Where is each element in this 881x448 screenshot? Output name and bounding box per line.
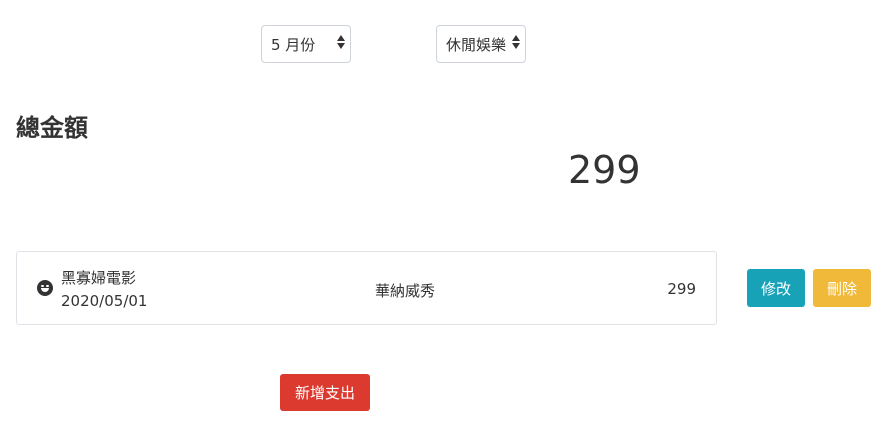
smile-icon (37, 280, 53, 296)
category-select[interactable]: 休閒娛樂 (436, 25, 526, 63)
expense-amount: 299 (667, 280, 696, 298)
select-arrows-icon (337, 35, 345, 49)
category-select-value: 休閒娛樂 (446, 35, 507, 54)
expense-name: 黑寡婦電影 (61, 269, 137, 287)
expense-note: 華納威秀 (375, 282, 436, 300)
expense-list-item: 黑寡婦電影 2020/05/01 華納威秀 299 (16, 251, 717, 325)
add-expense-button[interactable]: 新增支出 (280, 374, 370, 411)
month-select-value: 5 月份 (271, 35, 316, 54)
edit-button[interactable]: 修改 (747, 269, 805, 307)
total-label: 總金額 (16, 114, 88, 142)
expense-date: 2020/05/01 (61, 292, 148, 310)
total-amount: 299 (568, 148, 641, 192)
delete-button[interactable]: 刪除 (813, 269, 871, 307)
expense-page: 5 月份 休閒娛樂 總金額 299 黑寡婦電影 2020/05/01 華納威秀 … (0, 0, 881, 448)
month-select[interactable]: 5 月份 (261, 25, 351, 63)
select-arrows-icon (512, 35, 520, 49)
